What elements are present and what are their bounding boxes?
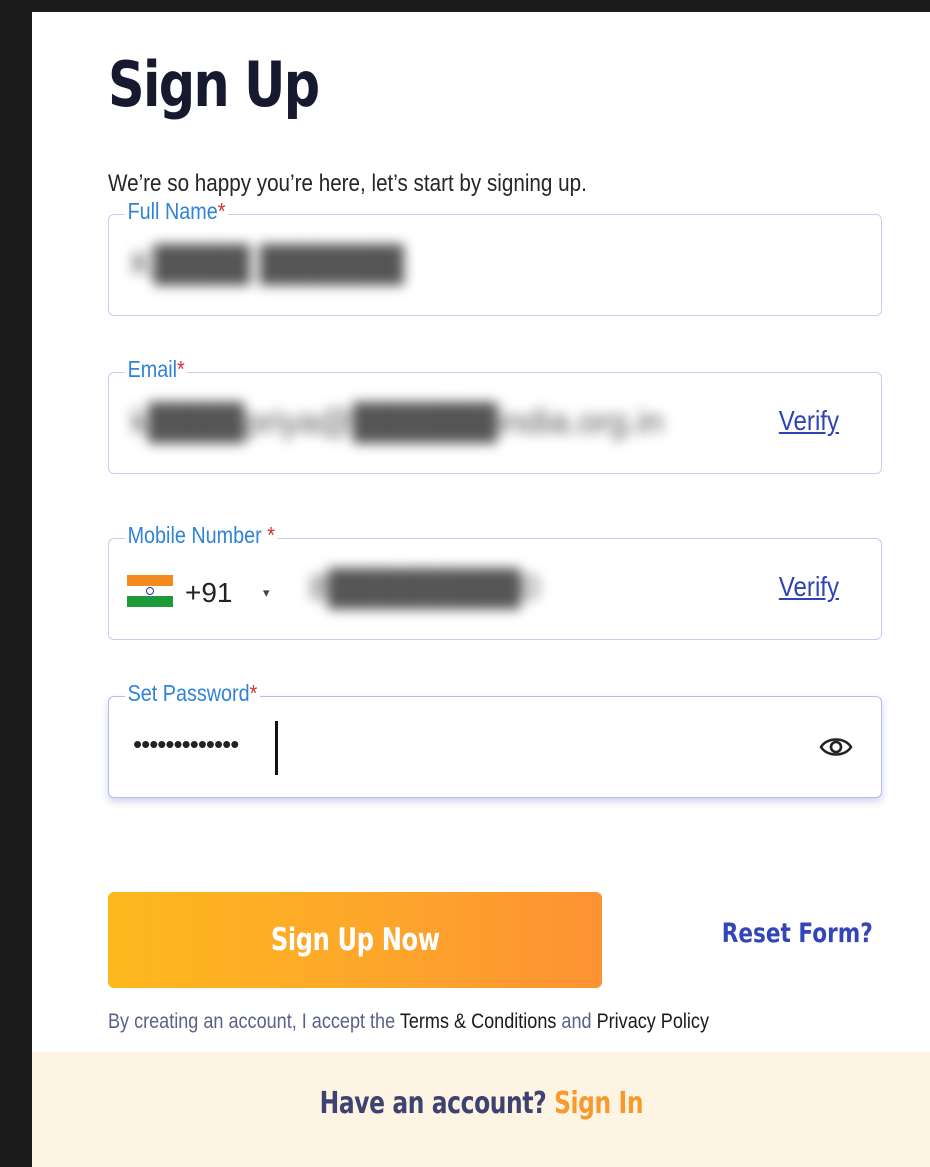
required-mark: * [217,198,226,224]
password-value[interactable]: ••••••••••••• [133,729,239,760]
eye-icon[interactable] [819,733,853,761]
full-name-field[interactable]: Full Name* K████ ██████ [108,198,882,316]
reset-form-link[interactable]: Reset Form? [722,918,873,949]
country-code[interactable]: +91 [185,577,233,609]
signup-card: Sign Up We’re so happy you’re here, let’… [32,12,930,1167]
mobile-value[interactable]: 8████████0 [309,569,540,608]
email-value[interactable]: k████priya@██████india.org.in [131,403,663,442]
page-title: Sign Up [108,48,320,121]
india-flag-icon[interactable] [127,575,173,608]
required-mark: * [249,680,258,706]
mobile-field[interactable]: Mobile Number * +91 ▾ 8████████0 Verify [108,522,882,640]
privacy-link[interactable]: Privacy Policy [597,1010,709,1033]
email-label: Email* [125,356,188,383]
required-mark: * [267,522,275,548]
full-name-label: Full Name* [125,198,228,225]
full-name-value[interactable]: K████ ██████ [131,245,404,284]
terms-link[interactable]: Terms & Conditions [400,1010,557,1033]
signin-footer: Have an account? Sign In [32,1052,930,1167]
verify-email-link[interactable]: Verify [779,405,839,437]
page-subtitle: We’re so happy you’re here, let’s start … [108,170,587,197]
password-label: Set Password* [125,680,260,707]
required-mark: * [177,356,185,382]
chevron-down-icon[interactable]: ▾ [263,585,270,601]
text-cursor [275,721,278,775]
sign-in-link[interactable]: Sign In [554,1086,643,1121]
terms-text: By creating an account, I accept the Ter… [108,1010,709,1033]
signin-prompt: Have an account? Sign In [319,1086,643,1121]
verify-mobile-link[interactable]: Verify [779,571,839,603]
email-field[interactable]: Email* k████priya@██████india.org.in Ver… [108,356,882,474]
password-field[interactable]: Set Password* ••••••••••••• [108,680,882,798]
sign-up-button[interactable]: Sign Up Now [108,892,602,988]
mobile-label: Mobile Number * [125,522,278,549]
